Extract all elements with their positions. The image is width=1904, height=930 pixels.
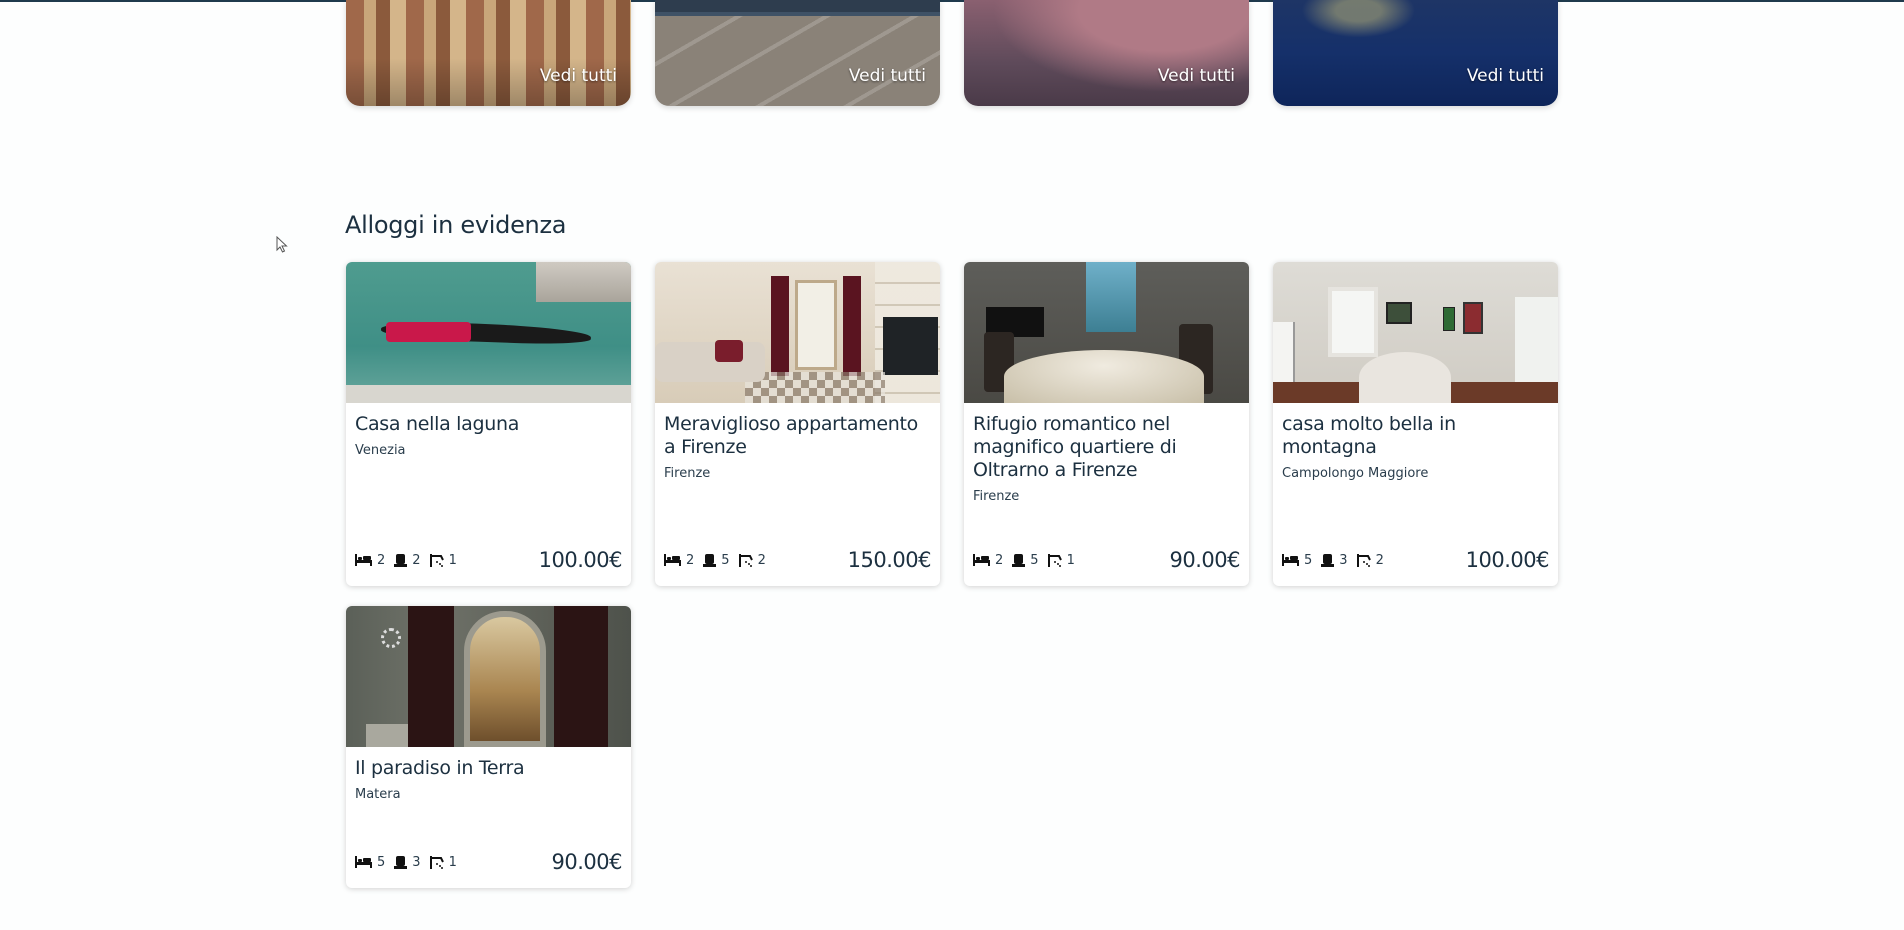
guests-count: 3 (1339, 552, 1348, 568)
listing-photo (964, 262, 1249, 403)
listing-photo (346, 262, 631, 403)
listing-location: Campolongo Maggiore (1282, 466, 1429, 481)
listing-price: 100.00€ (538, 548, 623, 572)
listing-price: 150.00€ (847, 548, 932, 572)
city-image (964, 0, 1249, 106)
mouse-cursor-icon (276, 236, 288, 253)
see-all-link[interactable]: Vedi tutti (1158, 66, 1235, 86)
baths-count: 1 (448, 552, 457, 568)
city-card[interactable]: Vedi tutti (346, 0, 631, 106)
bed-icon (355, 856, 372, 868)
listing-photo (655, 262, 940, 403)
listing-card[interactable]: Casa nella laguna Venezia 2 2 1 100.00€ (346, 262, 631, 586)
city-card[interactable]: Vedi tutti (964, 0, 1249, 106)
listing-features: 5 3 1 (355, 855, 457, 870)
bed-icon (1282, 554, 1299, 566)
listing-location: Venezia (355, 443, 406, 458)
listing-price: 90.00€ (1169, 548, 1241, 572)
beds-count: 2 (686, 552, 695, 568)
bed-icon (355, 554, 372, 566)
see-all-link[interactable]: Vedi tutti (540, 66, 617, 86)
beds-count: 2 (377, 552, 386, 568)
listing-card[interactable]: Meraviglioso appartamento a Firenze Fire… (655, 262, 940, 586)
guests-count: 5 (721, 552, 730, 568)
bed-icon (973, 554, 990, 566)
shower-icon (1047, 553, 1062, 567)
city-image (1273, 0, 1558, 106)
person-icon (703, 553, 717, 567)
baths-count: 1 (1066, 552, 1075, 568)
listing-price: 100.00€ (1465, 548, 1550, 572)
bed-icon (664, 554, 681, 566)
listing-price: 90.00€ (551, 850, 623, 874)
beds-count: 2 (995, 552, 1004, 568)
person-icon (1321, 553, 1335, 567)
shower-icon (429, 855, 444, 869)
shower-icon (738, 553, 753, 567)
person-icon (394, 553, 408, 567)
guests-count: 3 (412, 854, 421, 870)
see-all-link[interactable]: Vedi tutti (849, 66, 926, 86)
city-card[interactable]: Vedi tutti (655, 0, 940, 106)
listing-title[interactable]: Casa nella laguna (355, 413, 622, 436)
shower-icon (429, 553, 444, 567)
featured-section-title: Alloggi in evidenza (345, 211, 567, 239)
baths-count: 2 (1375, 552, 1384, 568)
listing-title[interactable]: Meraviglioso appartamento a Firenze (664, 413, 931, 459)
listing-title[interactable]: Il paradiso in Terra (355, 757, 622, 780)
beds-count: 5 (377, 854, 386, 870)
baths-count: 1 (448, 854, 457, 870)
listing-features: 2 5 2 (664, 553, 766, 568)
listing-features: 5 3 2 (1282, 553, 1384, 568)
guests-count: 2 (412, 552, 421, 568)
listing-title[interactable]: Rifugio romantico nel magnifico quartier… (973, 413, 1240, 482)
city-image (655, 0, 940, 106)
person-icon (394, 855, 408, 869)
featured-listings-grid: Casa nella laguna Venezia 2 2 1 100.00€ (346, 262, 1558, 888)
listing-title[interactable]: casa molto bella in montagna (1282, 413, 1549, 459)
baths-count: 2 (757, 552, 766, 568)
listing-card[interactable]: casa molto bella in montagna Campolongo … (1273, 262, 1558, 586)
listing-location: Firenze (973, 489, 1020, 504)
listing-card[interactable]: Rifugio romantico nel magnifico quartier… (964, 262, 1249, 586)
city-image (346, 0, 631, 106)
listing-features: 2 5 1 (973, 553, 1075, 568)
listing-photo (1273, 262, 1558, 403)
listing-card[interactable]: Il paradiso in Terra Matera 5 3 1 90.00€ (346, 606, 631, 888)
city-card[interactable]: Vedi tutti (1273, 0, 1558, 106)
person-icon (1012, 553, 1026, 567)
guests-count: 5 (1030, 552, 1039, 568)
shower-icon (1356, 553, 1371, 567)
city-cards-row: Vedi tutti Vedi tutti Vedi tutti Vedi tu… (346, 0, 1558, 106)
listing-location: Firenze (664, 466, 711, 481)
see-all-link[interactable]: Vedi tutti (1467, 66, 1544, 86)
listing-photo (346, 606, 631, 747)
listing-location: Matera (355, 787, 401, 802)
beds-count: 5 (1304, 552, 1313, 568)
listing-features: 2 2 1 (355, 553, 457, 568)
